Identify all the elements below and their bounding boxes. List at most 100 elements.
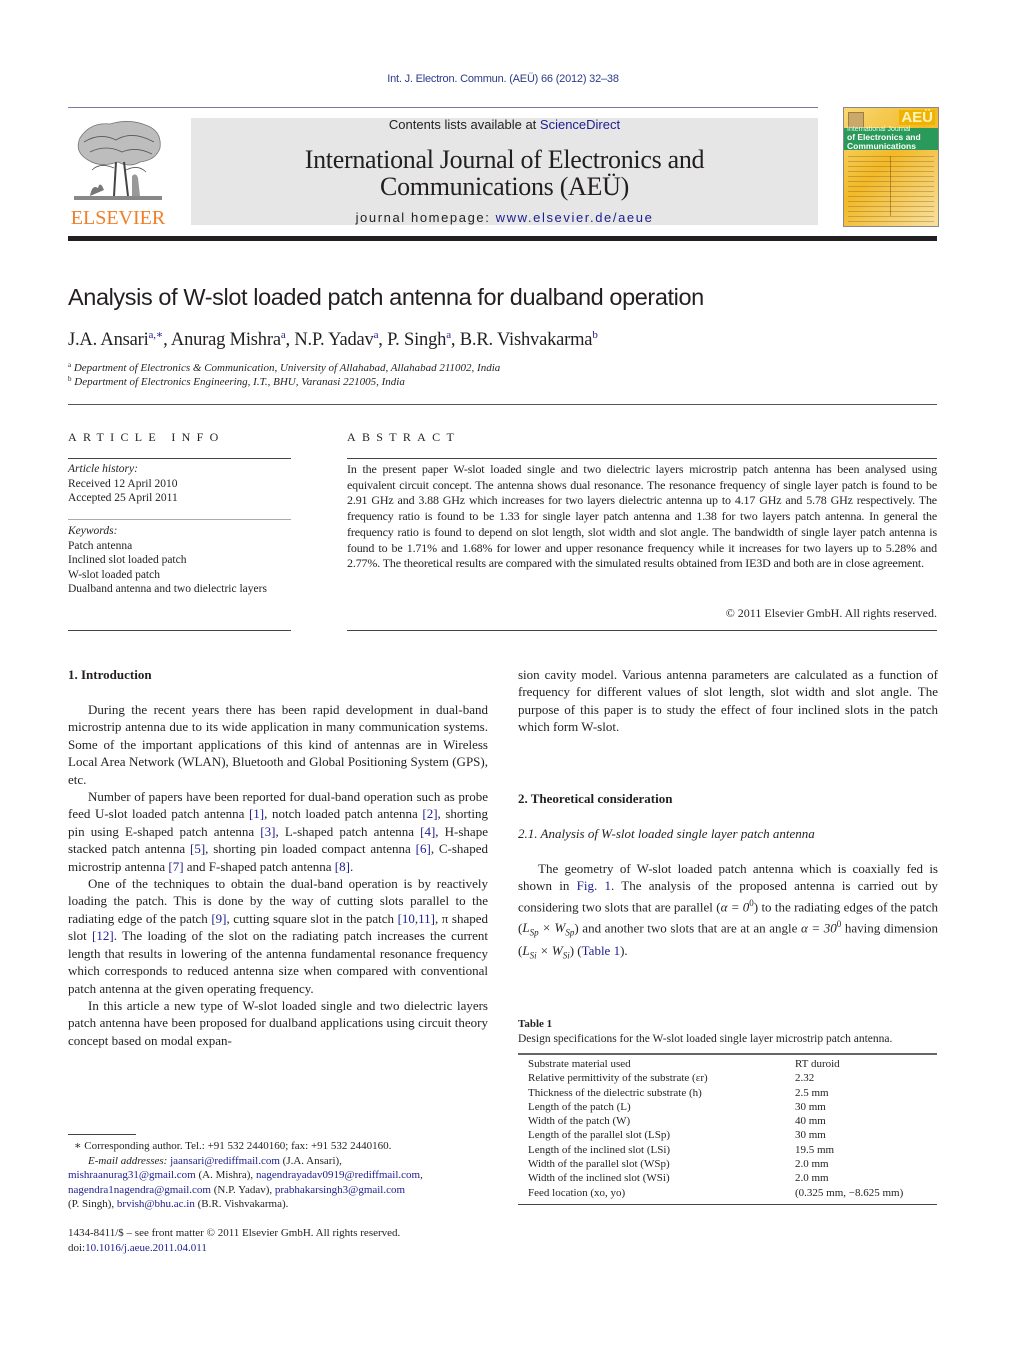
citation-link[interactable]: [8] (335, 859, 350, 874)
table-label: Table 1 (518, 1018, 553, 1030)
table-link[interactable]: Table 1 (582, 943, 620, 958)
sciencedirect-link[interactable]: ScienceDirect (540, 117, 620, 132)
section-heading-introduction: 1. Introduction (68, 667, 152, 682)
citation-link[interactable]: [12] (92, 928, 114, 943)
cover-contents-lines (848, 156, 934, 222)
email-link[interactable]: jaansari@rediffmail.com (170, 1155, 280, 1167)
left-column-body: During the recent years there has been r… (68, 701, 488, 1049)
email-link[interactable]: mishraanurag31@gmail.com (68, 1169, 196, 1181)
text-run: and F-shaped patch antenna (183, 858, 335, 874)
table-cell-value: 30 mm (795, 1100, 826, 1113)
text-run: ) and another two slots that are at an a… (574, 919, 801, 935)
text-run: , notch loaded patch antenna (264, 806, 423, 822)
doi-link[interactable]: 10.1016/j.aeue.2011.04.011 (85, 1242, 207, 1254)
elsevier-tree-icon (74, 121, 162, 200)
cover-title: of Electronics and Communications (847, 133, 921, 151)
email-link[interactable]: prabhakarsingh3@gmail.com (275, 1184, 405, 1196)
table-row: Width of the inclined slot (WSi) 2.0 mm (518, 1171, 937, 1185)
email-owner: (A. Mishra), (195, 1169, 256, 1181)
table-cell-parameter: Substrate material used (528, 1058, 631, 1070)
contents-prefix: Contents lists available at (388, 117, 540, 132)
homepage-line: journal homepage: www.elsevier.de/aeue (191, 210, 818, 225)
elsevier-wordmark: ELSEVIER (70, 207, 166, 229)
citation-link[interactable]: [4] (420, 824, 435, 839)
footnote-line-1: ∗ Corresponding author. Tel.: +91 532 24… (68, 1139, 488, 1154)
citation-link[interactable]: [6] (416, 841, 431, 856)
email-link[interactable]: nagendra1nagendra@gmail.com (68, 1184, 211, 1196)
table-cell-value: 2.0 mm (795, 1158, 829, 1171)
author-name[interactable]: Anurag Mishra (171, 330, 281, 350)
table-cell-parameter: Feed location (xo, yo) (528, 1186, 626, 1199)
homepage-link[interactable]: www.elsevier.de/aeue (496, 210, 654, 225)
author-name[interactable]: J.A. Ansari (68, 330, 149, 350)
author-affil-mark[interactable]: a (374, 329, 379, 341)
citation-link[interactable]: [1] (249, 806, 264, 821)
table-cell-value: 2.5 mm (795, 1086, 829, 1099)
author-affil-mark[interactable]: a,∗ (149, 329, 164, 341)
table-caption: Design specifications for the W-slot loa… (518, 1033, 893, 1045)
contents-line: Contents lists available at ScienceDirec… (191, 118, 818, 132)
text-run: ). (620, 942, 628, 958)
article-info-heading: ARTICLE INFO (68, 430, 225, 444)
citation-link[interactable]: [7] (168, 859, 183, 874)
author-name[interactable]: P. Singh (387, 330, 446, 350)
author-affil-mark[interactable]: b (592, 329, 598, 341)
article-info-rule-top (68, 458, 291, 459)
text-run: , cutting square slot in the patch (226, 910, 398, 926)
section-heading-theory: 2. Theoretical consideration (518, 791, 673, 806)
table-cell-parameter: Width of the inclined slot (WSi) (528, 1172, 670, 1185)
affiliation-b: b Department of Electronics Engineering,… (68, 375, 405, 388)
author-affil-mark[interactable]: a (281, 329, 286, 341)
doi-line: doi:10.1016/j.aeue.2011.04.011 (68, 1241, 400, 1256)
intro-paragraph-3: One of the techniques to obtain the dual… (68, 875, 488, 997)
accepted-date: Accepted 25 April 2011 (68, 492, 178, 504)
affiliation-mark: b (68, 375, 72, 383)
author-affil-mark[interactable]: a (446, 329, 451, 341)
math-alpha-30: α = 30 (800, 919, 837, 935)
journal-cover-thumbnail[interactable]: AEÜ International Journal of Electronics… (843, 107, 939, 227)
issn-line: 1434-8411/$ – see front matter © 2011 El… (68, 1227, 401, 1239)
citation-link[interactable]: [3] (260, 824, 275, 839)
header-thick-rule (68, 236, 937, 241)
design-spec-table: Substrate material used RT duroid Relative… (518, 1057, 937, 1200)
footnote-corresponding: Corresponding author. Tel.: +91 532 2440… (81, 1140, 392, 1152)
text-run: , L-shaped patch antenna (275, 823, 421, 839)
article-title: Analysis of W-slot loaded patch antenna … (68, 284, 704, 310)
cover-line3: Communications (847, 141, 916, 151)
affiliation-a: a Department of Electronics & Communicat… (68, 361, 500, 374)
email-owner: (N.P. Yadav), (211, 1183, 275, 1196)
intro-paragraph-2: Number of papers have been reported for … (68, 788, 488, 875)
theory-paragraph-1: The geometry of W-slot loaded patch ante… (518, 860, 938, 965)
front-matter: 1434-8411/$ – see front matter © 2011 El… (68, 1226, 400, 1256)
citation-link[interactable]: [2] (422, 806, 437, 821)
citation-link[interactable]: [5] (190, 841, 205, 856)
citation-link[interactable]: [10,11] (398, 911, 435, 926)
text-run: . (349, 858, 354, 874)
author-list: J.A. Ansaria,∗, Anurag Mishraa, N.P. Yad… (68, 329, 598, 350)
table-row: Length of the parallel slot (LSp) 30 mm (518, 1128, 937, 1142)
figure-link[interactable]: Fig. 1 (577, 878, 611, 893)
table-cell-value: 40 mm (795, 1115, 826, 1128)
author-name[interactable]: N.P. Yadav (294, 330, 373, 350)
journal-banner: Contents lists available at ScienceDirec… (191, 118, 818, 225)
table-cell-parameter: Width of the parallel slot (WSp) (528, 1158, 670, 1171)
table-cell-value: 2.32 (795, 1072, 815, 1085)
table-cell-value: 2.0 mm (795, 1172, 829, 1185)
keywords-label: Keywords: (68, 525, 118, 537)
abstract-text: In the present paper W-slot loaded singl… (347, 462, 937, 571)
text-run: . The loading of the slot on the radiati… (68, 928, 488, 996)
email-link[interactable]: brvish@bhu.ac.in (117, 1198, 195, 1210)
abstract-rule-bottom (347, 630, 937, 631)
affiliation-text: Department of Electronics & Communicatio… (73, 362, 501, 374)
author-name[interactable]: B.R. Vishvakarma (460, 330, 593, 350)
affiliation-text: Department of Electronics Engineering, I… (74, 376, 405, 388)
elsevier-logo[interactable]: ELSEVIER (68, 118, 168, 229)
email-owner: (P. Singh), (68, 1198, 117, 1210)
table-rule-top (518, 1053, 937, 1055)
citation-link[interactable]: [9] (211, 911, 226, 926)
email-link[interactable]: nagendrayadav0919@rediffmail.com (256, 1169, 420, 1181)
math-lsp: LSp × WSp (522, 919, 575, 938)
email-owner: , (420, 1169, 423, 1181)
right-column-intro-continuation: sion cavity model. Various antenna param… (518, 666, 938, 736)
keywords-block: Keywords: Patch antenna Inclined slot lo… (68, 524, 267, 597)
